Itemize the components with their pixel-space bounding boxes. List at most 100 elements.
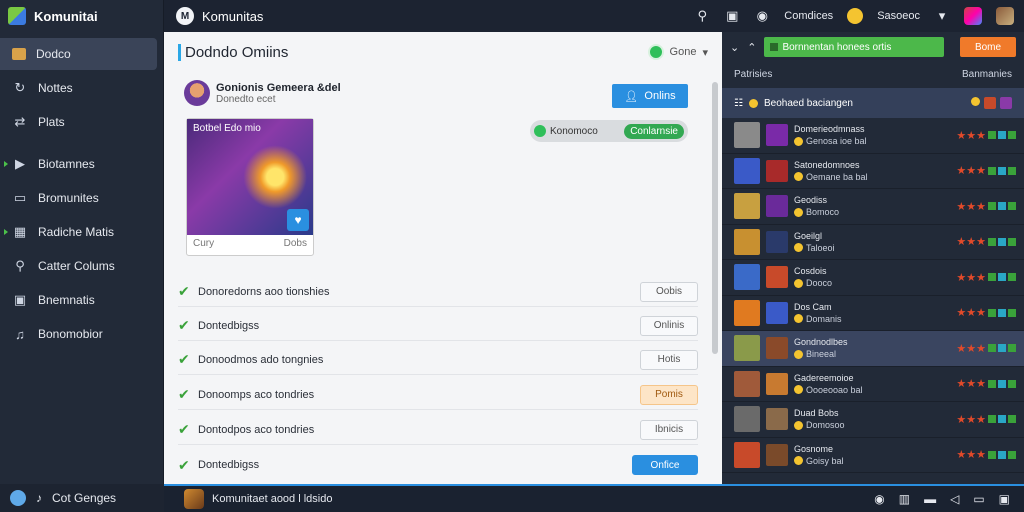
player-sub: Domanis (806, 313, 842, 324)
square-icon (988, 166, 996, 175)
rating: ★★★ (956, 413, 1016, 426)
task-button[interactable]: Onlinis (640, 315, 698, 336)
game-card[interactable]: Botbel Edo mio ♥ Cury Dobs (186, 118, 314, 256)
task-row[interactable]: ✔ Dontodpos aco tondries Ibnicis (178, 415, 698, 445)
search-icon[interactable]: ⚲ (694, 8, 710, 24)
task-button[interactable]: Pomis (640, 384, 698, 405)
sidebar-item-biotamnes[interactable]: ▶ Biotamnes (0, 148, 157, 180)
game-artwork: Botbel Edo mio ♥ (187, 119, 313, 235)
gamepad-icon[interactable]: ▭ (973, 492, 984, 506)
square-icon (988, 237, 996, 246)
sidebar-item-label: Dodco (36, 47, 71, 61)
task-row[interactable]: ✔ Dontedbigss Onfice (178, 450, 698, 480)
task-row[interactable]: ✔ Dontedbigss Onlinis (178, 311, 698, 341)
music-icon: ♫ (15, 326, 25, 342)
list-item[interactable]: Goeilgl Taloeoi ★★★ (722, 225, 1024, 260)
task-button[interactable]: Ibnicis (640, 419, 698, 440)
list-item[interactable]: Gondnodlbes Bineeal ★★★ (722, 331, 1024, 367)
avatar[interactable] (184, 489, 204, 509)
game-thumbnail (734, 228, 760, 255)
sidebar-footer[interactable]: ♪ Cot Genges (0, 484, 164, 512)
square-icon (1008, 379, 1016, 388)
list-item[interactable]: Satonedomnoes Oemane ba bal ★★★ (722, 154, 1024, 189)
play-icon: ▶ (15, 156, 25, 171)
coins-label[interactable]: Sasoeoc (877, 10, 920, 22)
main-panel: Dodndo Omiins Gone ▾ Gonionis Gemeera &d… (164, 32, 722, 484)
list-icon: ☷ (734, 97, 743, 109)
chevron-down-icon[interactable]: ▾ (934, 8, 950, 24)
sidebar-item-catter-colums[interactable]: ⚲ Catter Colums (0, 250, 157, 282)
list-item[interactable]: Gadereemoioe Oooeooao bal ★★★ (722, 367, 1024, 402)
sidebar-item-dodco[interactable]: Dodco (0, 38, 157, 70)
chevron-down-icon[interactable]: ⌄ (730, 41, 739, 54)
list-item[interactable]: Gosnome Goisy bal ★★★ (722, 438, 1024, 473)
screen-icon[interactable]: ▣ (999, 492, 1010, 506)
section-header[interactable]: ☷ Beohaed baciangen (722, 88, 1024, 118)
account-label[interactable]: Comdices (784, 10, 833, 22)
list-item[interactable]: Duad Bobs Domosoo ★★★ (722, 402, 1024, 438)
follow-button[interactable]: 👤︎ Onlins (612, 84, 688, 108)
square-icon (998, 379, 1006, 388)
user-name[interactable]: Gonionis Gemeera &del (216, 82, 341, 94)
task-row[interactable]: ✔ Donoodmos ado tongnies Hotis (178, 345, 698, 375)
green-action-button[interactable]: Bornnentan honees ortis (764, 37, 945, 57)
square-icon (988, 344, 996, 353)
pill-toggle[interactable]: Conlarnsie (624, 123, 684, 139)
app-title-area[interactable]: M Komunitas (164, 7, 263, 25)
game-thumbnail (766, 443, 788, 466)
grid-icon: ▦ (13, 224, 27, 239)
loop-icon: ↻ (14, 80, 26, 95)
list-item[interactable]: Cosdois Dooco ★★★ (722, 260, 1024, 296)
toggle-pill[interactable]: Konomoco Conlarnsie (530, 120, 688, 142)
task-button[interactable]: Oobis (640, 281, 698, 302)
sidebar-item-bromunites[interactable]: ▭ Bromunites (0, 182, 157, 214)
sidebar-item-radiche-matis[interactable]: ▦ Radiche Matis (0, 216, 157, 248)
avatar[interactable] (964, 7, 982, 25)
scrollbar[interactable] (712, 82, 718, 354)
game-thumbnail (766, 301, 788, 324)
check-icon: ✔ (178, 283, 190, 299)
book-icon[interactable]: ▥ (899, 492, 910, 506)
task-button[interactable]: Hotis (640, 349, 698, 370)
square-icon (998, 237, 1006, 246)
rating: ★★★ (956, 306, 1016, 319)
coin-icon (794, 349, 803, 359)
brand[interactable]: Komunitai (0, 0, 163, 32)
bottom-bar-label[interactable]: Komunitaet aood l ldsido (212, 493, 332, 505)
brand-name: Komunitai (34, 8, 98, 24)
column-header-right: Banmanies (961, 68, 1012, 80)
list-item[interactable]: Dos Cam Domanis ★★★ (722, 296, 1024, 331)
status-dropdown[interactable]: Gone ▾ (647, 44, 708, 60)
game-left-label: Cury (193, 238, 215, 249)
player-sub: Genosa ioe bal (806, 136, 867, 147)
orange-action-button[interactable]: Bome (960, 37, 1016, 57)
list-item[interactable]: Geodiss Bomoco ★★★ (722, 189, 1024, 225)
avatar[interactable] (184, 80, 210, 106)
task-button[interactable]: Onfice (632, 455, 698, 475)
game-thumbnail (734, 264, 760, 291)
list-item[interactable]: Domerieodmnass Genosa ioe bal ★★★ (722, 118, 1024, 154)
coin-icon (794, 385, 803, 395)
coin-icon (748, 98, 758, 108)
sidebar-item-label: Radiche Matis (38, 225, 115, 239)
square-icon (1008, 273, 1016, 282)
circle-icon[interactable]: ◉ (874, 492, 884, 506)
profile-avatar[interactable] (996, 7, 1014, 25)
sidebar-item-plats[interactable]: ⇄ Plats (0, 106, 157, 138)
sidebar-item-bonomobior[interactable]: ♫ Bonomobior (0, 318, 157, 350)
sidebar-item-bnemnatis[interactable]: ▣ Bnemnatis (0, 284, 157, 316)
check-icon: ✔ (178, 351, 190, 367)
task-row[interactable]: ✔ Donoredorns aoo tionshies Oobis (178, 277, 698, 307)
account-icon[interactable]: ◉ (754, 8, 770, 24)
square-icon (998, 415, 1006, 424)
sidebar-item-nottes[interactable]: ↻ Nottes (0, 72, 157, 104)
chat-icon[interactable]: ▣ (724, 8, 740, 24)
rating: ★★★ (956, 164, 1016, 177)
send-icon[interactable]: ◁ (950, 492, 959, 506)
chevron-up-icon[interactable]: ⌃ (747, 41, 756, 54)
task-row[interactable]: ✔ Donoomps aco tondries Pomis (178, 380, 698, 410)
heart-icon[interactable]: ♥ (287, 209, 309, 231)
square-icon (988, 379, 996, 388)
square-icon (988, 202, 996, 211)
chat-icon[interactable]: ▬ (924, 492, 936, 506)
